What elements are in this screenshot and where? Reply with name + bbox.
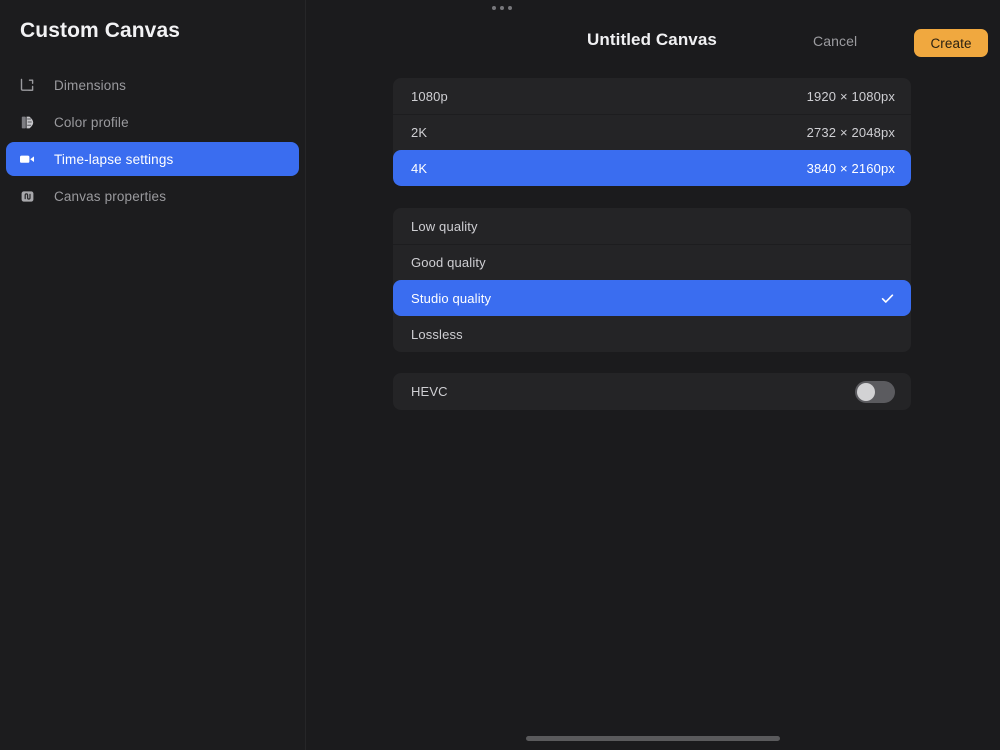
row-value: 3840 × 2160px — [807, 161, 895, 176]
sidebar: Custom Canvas Dimensions — [0, 0, 306, 750]
sidebar-item-color-profile[interactable]: Color profile — [6, 105, 299, 139]
custom-canvas-dialog: Custom Canvas Dimensions — [0, 0, 1000, 750]
more-dots-icon[interactable] — [492, 6, 512, 10]
row-value: 1920 × 1080px — [807, 89, 895, 104]
cancel-button[interactable]: Cancel — [813, 33, 857, 49]
main-panel: Untitled Canvas Cancel Create 1080p 1920… — [306, 0, 1000, 750]
sidebar-item-label: Time-lapse settings — [54, 152, 173, 167]
sidebar-item-canvas-properties[interactable]: Canvas properties — [6, 179, 299, 213]
toggle-knob — [857, 383, 875, 401]
checkmark-icon — [879, 290, 895, 306]
home-indicator — [526, 736, 780, 741]
quality-options-group: Low quality Good quality Studio quality … — [393, 208, 911, 352]
sidebar-item-time-lapse-settings[interactable]: Time-lapse settings — [6, 142, 299, 176]
quality-row-low[interactable]: Low quality — [393, 208, 911, 244]
quality-row-studio[interactable]: Studio quality — [393, 280, 911, 316]
dot — [492, 6, 496, 10]
video-camera-icon — [16, 148, 38, 170]
hevc-toggle[interactable] — [855, 381, 895, 403]
row-label: Lossless — [411, 327, 463, 342]
resolution-row-1080p[interactable]: 1080p 1920 × 1080px — [393, 78, 911, 114]
row-label: 4K — [411, 161, 427, 176]
hevc-row[interactable]: HEVC — [393, 373, 911, 410]
canvas-info-icon — [16, 185, 38, 207]
row-label: 1080p — [411, 89, 448, 104]
resolution-row-2k[interactable]: 2K 2732 × 2048px — [393, 114, 911, 150]
quality-row-good[interactable]: Good quality — [393, 244, 911, 280]
resolution-row-4k[interactable]: 4K 3840 × 2160px — [393, 150, 911, 186]
row-label: Good quality — [411, 255, 486, 270]
row-label: 2K — [411, 125, 427, 140]
dot — [500, 6, 504, 10]
encoding-options-group: HEVC — [393, 373, 911, 410]
topbar: Untitled Canvas Cancel Create — [306, 27, 1000, 61]
page-title: Custom Canvas — [20, 19, 180, 43]
sidebar-nav-list: Dimensions Color profile — [0, 68, 305, 216]
sidebar-item-dimensions[interactable]: Dimensions — [6, 68, 299, 102]
dot — [508, 6, 512, 10]
resolution-options-group: 1080p 1920 × 1080px 2K 2732 × 2048px 4K … — [393, 78, 911, 186]
row-label: Low quality — [411, 219, 478, 234]
sidebar-item-label: Color profile — [54, 115, 129, 130]
quality-row-lossless[interactable]: Lossless — [393, 316, 911, 352]
row-label: HEVC — [411, 384, 448, 399]
row-label: Studio quality — [411, 291, 491, 306]
row-value: 2732 × 2048px — [807, 125, 895, 140]
sidebar-item-label: Dimensions — [54, 78, 126, 93]
sidebar-item-label: Canvas properties — [54, 189, 166, 204]
create-button[interactable]: Create — [914, 29, 988, 57]
color-profile-icon — [16, 111, 38, 133]
crop-icon — [16, 74, 38, 96]
canvas-title: Untitled Canvas — [587, 30, 717, 50]
